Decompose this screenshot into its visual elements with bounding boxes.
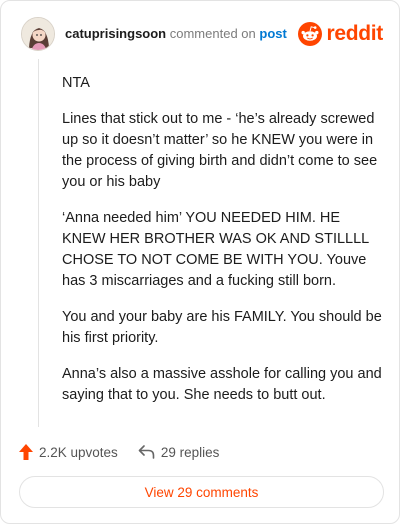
reply-arrow-icon [138,445,155,459]
comment-body: NTA Lines that stick out to me - ‘he’s a… [62,73,382,421]
post-link[interactable]: post [259,26,286,41]
view-comments-button[interactable]: View 29 comments [19,476,384,508]
upvote-count: 2.2K upvotes [39,444,118,460]
comment-meta: catuprisingsoon commented on post [65,26,287,42]
thread-line [38,59,39,427]
comment-actions: 2.2K upvotes 29 replies [19,441,219,463]
reply-count: 29 replies [160,444,220,460]
reddit-snoo-icon [298,22,323,46]
brand-wordmark: reddit [326,22,383,45]
comment-header: catuprisingsoon commented on post reddit [21,17,383,51]
comment-card: catuprisingsoon commented on post reddit… [0,0,400,524]
reddit-logo[interactable]: reddit [298,22,383,46]
comment-paragraph: Anna’s also a massive asshole for callin… [62,366,382,403]
upvote-button[interactable]: 2.2K upvotes [19,444,118,460]
comment-paragraph: You and your baby are his FAMILY. You sh… [62,309,382,346]
comment-paragraph: Lines that stick out to me - ‘he’s alrea… [62,111,378,190]
avatar-icon[interactable] [21,17,55,51]
action-text: commented on [169,26,256,41]
username-link[interactable]: catuprisingsoon [65,26,166,41]
upvote-arrow-icon [19,444,33,460]
reply-button[interactable]: 29 replies [138,444,220,460]
comment-paragraph: NTA [62,75,90,91]
comment-paragraph: ‘Anna needed him’ YOU NEEDED HIM. HE KNE… [62,210,369,289]
